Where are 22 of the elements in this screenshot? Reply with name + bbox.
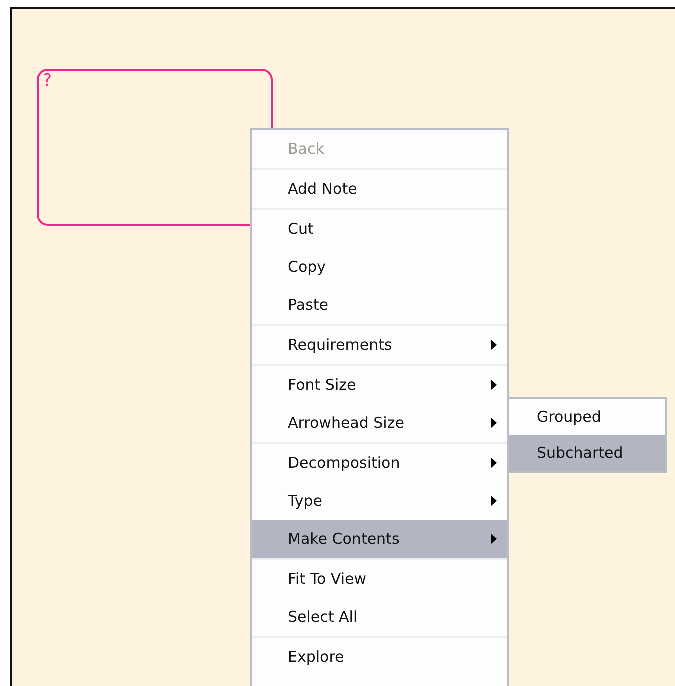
submenu-arrow-icon xyxy=(491,534,497,544)
menu-item[interactable]: Paste xyxy=(252,286,507,324)
menu-item[interactable]: Make Contents xyxy=(252,520,507,558)
menu-item[interactable]: Grouped xyxy=(509,399,665,435)
menu-item[interactable]: Arrowhead Size xyxy=(252,404,507,442)
state-label: ? xyxy=(43,73,52,90)
menu-item[interactable]: Select All xyxy=(252,598,507,636)
menu-item[interactable]: Add Note xyxy=(252,170,507,208)
menu-item[interactable]: Decomposition xyxy=(252,444,507,482)
submenu-arrow-icon xyxy=(491,496,497,506)
submenu-arrow-icon xyxy=(491,340,497,350)
menu-item[interactable]: Subcharted xyxy=(509,435,665,471)
menu-item[interactable]: Font Size xyxy=(252,366,507,404)
menu-item[interactable]: Type xyxy=(252,482,507,520)
submenu-arrow-icon xyxy=(491,418,497,428)
menu-item[interactable]: Cut xyxy=(252,210,507,248)
submenu-arrow-icon xyxy=(491,458,497,468)
menu-item[interactable]: Fit To View xyxy=(252,560,507,598)
menu-item[interactable]: Copy xyxy=(252,248,507,286)
submenu-arrow-icon xyxy=(491,380,497,390)
menu-item[interactable]: Requirements xyxy=(252,326,507,364)
menu-item[interactable]: Explore xyxy=(252,638,507,676)
